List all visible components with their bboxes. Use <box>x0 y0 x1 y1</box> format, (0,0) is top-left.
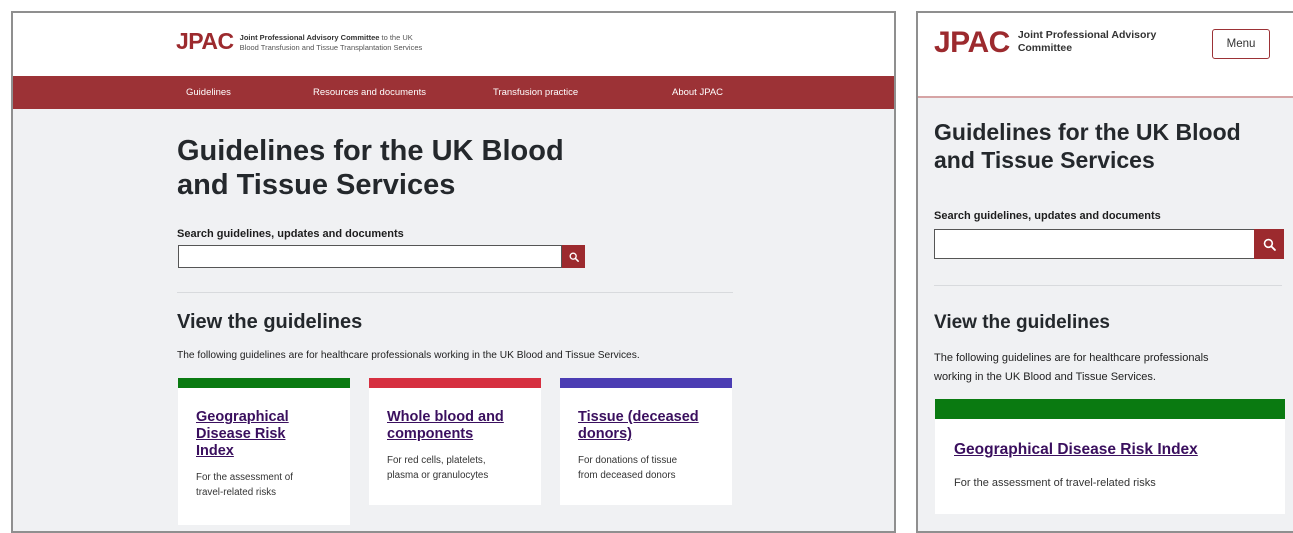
search-input[interactable] <box>178 245 562 268</box>
card-description: For the assessment of travel-related ris… <box>954 477 1156 489</box>
section-divider <box>177 292 733 293</box>
section-title: View the guidelines <box>934 312 1110 333</box>
card-color-bar <box>560 378 732 388</box>
search-icon <box>569 252 579 262</box>
search-button[interactable] <box>562 245 585 268</box>
card-description: For red cells, platelets, plasma or gran… <box>387 455 489 481</box>
guideline-card-whole-blood[interactable]: Whole blood and components For red cells… <box>369 378 541 505</box>
nav-item-resources[interactable]: Resources and documents <box>313 76 426 109</box>
logo-mark: JPAC <box>934 26 1010 59</box>
desktop-view: JPAC Joint Professional Advisory Committ… <box>11 11 896 533</box>
card-title-link[interactable]: Whole blood and components <box>387 409 541 443</box>
card-color-bar <box>178 378 350 388</box>
page-title: Guidelines for the UK Blood and Tissue S… <box>177 135 564 201</box>
guideline-card-geographical[interactable]: Geographical Disease Risk Index For the … <box>178 378 350 525</box>
site-header: JPAC Joint Professional Advisory Committ… <box>13 13 894 76</box>
search-label: Search guidelines, updates and documents <box>934 210 1161 222</box>
mobile-view: JPAC Joint Professional Advisory Committ… <box>916 11 1293 533</box>
section-divider <box>934 285 1282 286</box>
main-nav: Guidelines Resources and documents Trans… <box>13 76 894 109</box>
section-intro: The following guidelines are for healthc… <box>934 352 1209 383</box>
card-title-link[interactable]: Tissue (deceased donors) <box>578 409 732 443</box>
card-title-link[interactable]: Geographical Disease Risk Index <box>196 409 350 460</box>
card-title-link[interactable]: Geographical Disease Risk Index <box>954 441 1285 459</box>
guideline-card-tissue[interactable]: Tissue (deceased donors) For donations o… <box>560 378 732 505</box>
logo-tagline: Joint Professional Advisory Committee <box>1017 29 1157 54</box>
tagline-line2: Blood Transfusion and Tissue Transplanta… <box>239 43 423 52</box>
search-label: Search guidelines, updates and documents <box>177 228 404 240</box>
tagline-bold: Joint Professional Advisory Committee <box>239 33 380 42</box>
search-button[interactable] <box>1254 229 1284 259</box>
search-input[interactable] <box>934 229 1256 259</box>
section-title: View the guidelines <box>177 311 363 333</box>
mobile-header: JPAC Joint Professional Advisory Committ… <box>918 13 1293 98</box>
nav-item-guidelines[interactable]: Guidelines <box>186 76 231 109</box>
nav-item-transfusion-practice[interactable]: Transfusion practice <box>493 76 578 109</box>
menu-button[interactable]: Menu <box>1212 29 1270 59</box>
card-description: For the assessment of travel-related ris… <box>196 472 293 498</box>
guideline-card-geographical[interactable]: Geographical Disease Risk Index For the … <box>935 399 1285 514</box>
nav-item-about[interactable]: About JPAC <box>672 76 723 109</box>
card-color-bar <box>935 399 1285 419</box>
search-icon <box>1263 238 1276 251</box>
jpac-logo[interactable]: JPAC Joint Professional Advisory Committ… <box>934 28 1156 58</box>
card-color-bar <box>369 378 541 388</box>
jpac-logo[interactable]: JPAC Joint Professional Advisory Committ… <box>176 30 422 53</box>
section-intro: The following guidelines are for healthc… <box>177 350 640 361</box>
page-title: Guidelines for the UK Blood and Tissue S… <box>934 119 1241 173</box>
logo-mark: JPAC <box>176 28 234 54</box>
card-description: For donations of tissue from deceased do… <box>578 455 678 481</box>
tagline-rest: to the UK <box>379 33 413 42</box>
logo-tagline: Joint Professional Advisory Committee to… <box>240 33 423 53</box>
